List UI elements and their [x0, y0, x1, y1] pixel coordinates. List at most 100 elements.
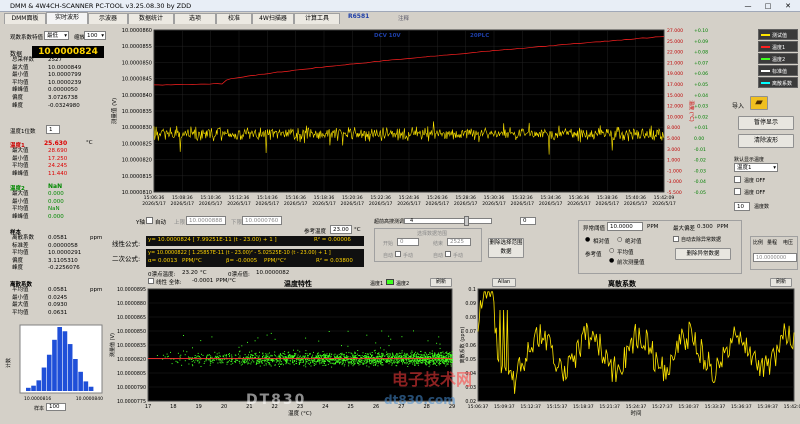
tab-scope[interactable]: 示波器 — [88, 13, 128, 24]
tab-dmm[interactable]: DMM面板 — [4, 13, 46, 24]
minimize-button[interactable]: — — [738, 1, 758, 11]
end-auto-checkbox[interactable] — [445, 251, 451, 257]
ref-temp-input[interactable]: 23.00 — [330, 225, 352, 234]
temp-scatter-point — [315, 363, 317, 365]
tab-calibration[interactable]: 校准 — [216, 13, 252, 24]
temp-scatter-point — [216, 356, 218, 358]
clear-wave-button[interactable]: 清除波形 — [738, 134, 794, 148]
temp-scatter-point — [305, 366, 307, 368]
tab-scanner[interactable]: 4W扫描器 — [252, 13, 294, 24]
temp-x-tick: 20 — [221, 404, 227, 410]
tab-stats[interactable]: 数据统计 — [128, 13, 174, 24]
temp-scatter-point — [446, 359, 448, 361]
tab-options[interactable]: 选项 — [174, 13, 216, 24]
temp-scatter-point — [251, 350, 253, 352]
maximize-button[interactable]: □ — [758, 1, 778, 11]
temp1-off-checkbox[interactable] — [734, 176, 741, 183]
end-input[interactable]: 2525 — [447, 238, 471, 246]
temp-scatter-point — [432, 354, 434, 356]
lower-label: 下限 — [231, 220, 243, 226]
legend-item[interactable]: 标准值 — [758, 65, 798, 76]
upper-input[interactable]: 10.0000888 — [186, 216, 226, 225]
temp-scatter-point — [303, 361, 304, 363]
temp-scatter-point — [439, 343, 441, 345]
hist-samples-input[interactable]: 100 — [46, 403, 66, 411]
temp-scatter-point — [220, 359, 222, 360]
temp-scatter-point — [292, 360, 294, 362]
close-button[interactable]: ✕ — [778, 1, 798, 11]
temp-scatter-point — [252, 354, 254, 356]
temp-scatter-point — [366, 365, 368, 367]
tab-calc[interactable]: 计算工具 — [294, 13, 340, 24]
temp-chart-refresh-button[interactable]: 刷新 — [430, 278, 452, 287]
temp-scatter-point — [315, 357, 317, 358]
allan-button[interactable]: Allan — [492, 278, 516, 287]
temp-scatter-point — [446, 353, 448, 354]
folder-icon[interactable]: ▰ — [750, 96, 768, 110]
temp-scatter-point — [305, 359, 307, 361]
axis-count-label: 温度数 — [754, 204, 770, 210]
temp-scatter-point — [355, 361, 357, 363]
zoom-select[interactable]: 100 ▾ — [84, 31, 106, 40]
temp-scatter-point — [184, 354, 186, 356]
y-auto-checkbox[interactable] — [146, 217, 153, 224]
temp-scatter-point — [270, 332, 272, 334]
delete-anomaly-button[interactable]: 删除异常数据 — [675, 248, 731, 260]
disc-x-tick: 15:18:37 — [573, 404, 594, 410]
temp-scatter-point — [378, 353, 380, 355]
temp-scatter-point — [419, 360, 421, 362]
relative-radio[interactable]: ● — [585, 236, 590, 243]
disc-chart-refresh-button[interactable]: 刷新 — [770, 278, 792, 287]
temp1-stats: 最大值 28.690 最小值 17.250 平均值 24.245 峰峰值 11.440 — [0, 148, 108, 178]
legend-item[interactable]: 温度2 — [758, 53, 798, 64]
pause-display-button[interactable]: 暂停显示 — [738, 116, 794, 130]
auto-remove-checkbox[interactable] — [673, 236, 679, 242]
temp-scatter-point — [197, 360, 199, 362]
delete-range-button[interactable]: 删除选择范围数据 — [488, 238, 524, 258]
stat-label: 总采样数 — [12, 57, 35, 63]
stat-label: 偏度 — [12, 95, 24, 101]
legend-item[interactable]: 温度1 — [758, 41, 798, 52]
absolute-radio[interactable]: ○ — [617, 236, 622, 243]
axis-count-input[interactable]: 10 — [734, 202, 750, 211]
lower-input[interactable]: 10.0000760 — [242, 216, 282, 225]
range-offset-input[interactable]: 0 — [520, 217, 536, 225]
temp-scatter-point — [263, 364, 265, 366]
range-slider[interactable] — [404, 218, 492, 224]
temp-scatter-point — [270, 365, 272, 367]
temp-scatter-point — [414, 355, 416, 357]
sample-mode-select[interactable]: 最低 ▾ — [44, 31, 69, 40]
x-tick-date: 2026/5/17 — [454, 201, 478, 207]
temp-select[interactable]: 温度1 ▾ — [734, 163, 778, 172]
ref-average-radio[interactable]: ○ — [609, 247, 614, 254]
range-slider-thumb[interactable] — [464, 216, 469, 226]
stat-row: 离散系数 0.0581 ppm — [10, 235, 102, 242]
ref-previous-radio[interactable]: ● — [609, 257, 614, 264]
start-auto-checkbox[interactable] — [395, 251, 401, 257]
temp-scatter-point — [241, 361, 243, 363]
ratio-input[interactable]: 10.0000000 — [753, 253, 797, 262]
stat-label: 峰峰值 — [12, 87, 29, 94]
temp-scatter-point — [319, 360, 321, 362]
temp-scatter-point — [286, 356, 288, 358]
tab-notes[interactable]: 注释 — [398, 14, 409, 22]
y2-tick-label: 21.000 — [667, 60, 683, 66]
temp-scatter-point — [324, 364, 326, 366]
anomaly-input[interactable]: 10.0000 — [607, 222, 643, 231]
temp2-off-checkbox[interactable] — [734, 188, 741, 195]
temp-scatter-point — [375, 361, 377, 363]
temp-scatter-point — [341, 354, 343, 356]
temp-scatter-point — [344, 363, 346, 365]
temp-scatter-point — [275, 361, 277, 363]
temp-decimal-select[interactable]: 1 — [46, 125, 60, 134]
legend-item[interactable]: 离散系数 — [758, 77, 798, 88]
temp-scatter-point — [377, 365, 379, 367]
start-input[interactable]: 0 — [397, 238, 419, 246]
temp-scatter-point — [318, 354, 320, 356]
temp-scatter-point — [393, 355, 395, 357]
legend-item[interactable]: 测试值 — [758, 29, 798, 40]
temp-scatter-point — [296, 360, 297, 362]
quad-formula-label: 二次公式: — [112, 255, 141, 263]
stat-value: 10.0000239 — [48, 79, 82, 86]
tab-realtime[interactable]: 实时波形 — [46, 12, 88, 24]
